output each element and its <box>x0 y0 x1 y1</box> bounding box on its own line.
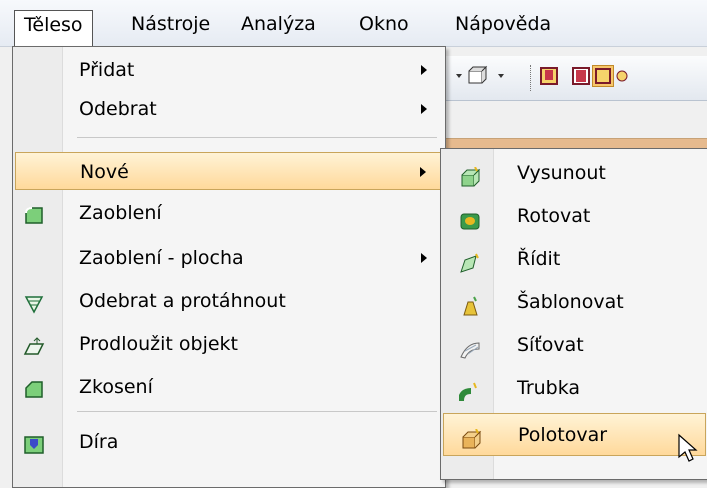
chamfer-icon <box>23 376 45 398</box>
submenu-item-ridit[interactable]: Řídit <box>443 238 706 281</box>
submenu-item-rotovat[interactable]: Rotovat <box>443 195 706 238</box>
teleso-dropdown: Přidat Odebrat Nové Zaoblení Zaoblení - … <box>12 46 446 488</box>
menu-bar: Těleso Nástroje Analýza Okno Nápověda <box>0 0 707 47</box>
menu-okno[interactable]: Okno <box>350 10 418 38</box>
stock-icon <box>460 424 482 449</box>
menu-item-zaobleni[interactable]: Zaoblení <box>15 194 441 232</box>
menu-teleso[interactable]: Těleso <box>14 10 93 47</box>
section-view-icon[interactable] <box>570 65 592 87</box>
view-cube-icon[interactable] <box>466 65 488 87</box>
menu-item-nove[interactable]: Nové <box>15 152 441 190</box>
toolbar-separator <box>530 65 533 91</box>
nove-submenu: Vysunout Rotovat Řídit Šablonovat Síťova… <box>440 148 707 480</box>
menu-item-label: Zaoblení <box>79 202 162 224</box>
submenu-item-label: Síťovat <box>517 334 584 356</box>
submenu-arrow-icon <box>420 167 426 177</box>
menu-item-odebrat[interactable]: Odebrat <box>15 90 441 128</box>
dropdown-arrow-icon[interactable] <box>494 65 516 87</box>
menu-item-label: Zkosení <box>79 376 153 398</box>
mouse-cursor-icon <box>677 433 699 468</box>
menu-item-zaobleni-plocha[interactable]: Zaoblení - plocha <box>15 239 441 277</box>
menu-nastroje[interactable]: Nástroje <box>122 10 219 38</box>
submenu-item-label: Rotovat <box>517 205 591 227</box>
pipe-icon <box>458 377 481 402</box>
menu-item-zkoseni[interactable]: Zkosení <box>15 368 441 406</box>
loft-icon <box>459 291 481 316</box>
submenu-arrow-icon <box>421 65 427 75</box>
menu-separator <box>77 137 437 138</box>
submenu-arrow-icon <box>421 253 427 263</box>
submenu-item-vysunout[interactable]: Vysunout <box>443 152 706 195</box>
menu-analyza[interactable]: Analýza <box>232 10 325 38</box>
menu-item-label: Prodloužit objekt <box>79 333 238 355</box>
mesh-icon <box>459 334 481 359</box>
submenu-item-polotovar[interactable]: Polotovar <box>443 413 706 456</box>
menu-item-label: Odebrat a protáhnout <box>79 290 286 312</box>
more-view-icon[interactable] <box>616 65 638 87</box>
sweep-icon <box>459 248 481 273</box>
submenu-item-sablonovat[interactable]: Šablonovat <box>443 281 706 324</box>
submenu-item-label: Trubka <box>517 377 581 399</box>
menu-item-label: Zaoblení - plocha <box>79 247 244 269</box>
submenu-item-trubka[interactable]: Trubka <box>443 367 706 410</box>
remove-sweep-icon <box>23 290 45 314</box>
menu-item-prodlouzit-objekt[interactable]: Prodloužit objekt <box>15 325 441 363</box>
revolve-icon <box>459 205 481 230</box>
menu-separator <box>77 411 437 412</box>
submenu-item-label: Šablonovat <box>517 291 624 313</box>
menu-item-label: Odebrat <box>79 98 157 120</box>
menu-item-label: Nové <box>80 161 129 183</box>
menu-item-label: Přidat <box>79 59 135 81</box>
menu-item-dira[interactable]: Díra <box>15 423 441 461</box>
menu-item-pridat[interactable]: Přidat <box>15 51 441 89</box>
submenu-item-sitovat[interactable]: Síťovat <box>443 324 706 367</box>
extend-object-icon <box>23 333 45 355</box>
menu-item-label: Díra <box>79 431 119 453</box>
toolbar <box>420 56 707 101</box>
submenu-item-label: Řídit <box>517 248 561 270</box>
menu-item-odebrat-a-protahnout[interactable]: Odebrat a protáhnout <box>15 282 441 320</box>
extrude-icon <box>459 162 481 187</box>
submenu-arrow-icon <box>421 104 427 114</box>
assembly-view-icon[interactable] <box>592 65 614 87</box>
menu-napoveda[interactable]: Nápověda <box>446 10 560 38</box>
hole-icon <box>23 431 45 454</box>
submenu-item-label: Polotovar <box>518 424 608 446</box>
part-view-icon[interactable] <box>538 65 560 87</box>
fillet-icon <box>23 202 45 224</box>
submenu-item-label: Vysunout <box>517 162 606 184</box>
